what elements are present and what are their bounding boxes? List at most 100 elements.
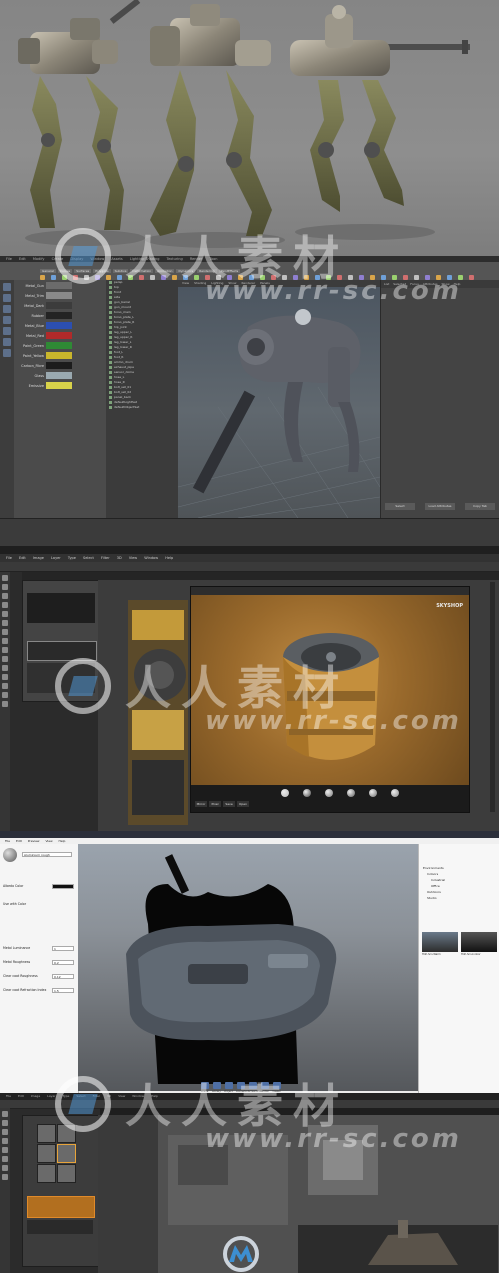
texture-tile[interactable]: [37, 1144, 56, 1163]
menu-item[interactable]: Filter: [93, 1094, 100, 1098]
shelf-tab[interactable]: General: [40, 269, 56, 273]
material-value-field[interactable]: 1: [52, 946, 74, 951]
albedo-color-swatch[interactable]: [52, 884, 74, 889]
select-tool-icon[interactable]: [3, 283, 11, 291]
eraser-tool-icon[interactable]: [2, 1156, 8, 1162]
shelf-tab[interactable]: Rendering: [197, 269, 217, 273]
material-color-swatch[interactable]: [46, 302, 72, 309]
menu-item[interactable]: File: [5, 839, 10, 843]
crop-tool-icon[interactable]: [2, 611, 8, 617]
material-swatch-row[interactable]: Metal_Dark: [16, 301, 104, 310]
menu-item[interactable]: Assets: [111, 257, 122, 261]
pixel-button[interactable]: Pixel: [209, 801, 221, 807]
shelf-tab[interactable]: Subdivs: [112, 269, 129, 273]
shelf-tab[interactable]: Dynamics: [176, 269, 196, 273]
material-color-swatch[interactable]: [46, 362, 72, 369]
pen-tool-icon[interactable]: [2, 674, 8, 680]
material-color-swatch[interactable]: [46, 372, 72, 379]
menu-item[interactable]: Create: [52, 257, 64, 261]
menu-item[interactable]: Preview: [28, 839, 40, 843]
material-ball-icon[interactable]: [347, 789, 355, 797]
menu-item[interactable]: Help: [165, 556, 173, 560]
material-color-swatch[interactable]: [46, 382, 72, 389]
material-color-swatch[interactable]: [46, 332, 72, 339]
move-tool-icon[interactable]: [3, 305, 11, 313]
tool-animation[interactable]: Animation: [236, 1082, 249, 1093]
eraser-tool-icon[interactable]: [2, 647, 8, 653]
material-swatch-row[interactable]: Emissive: [16, 381, 104, 390]
viewport-menu-item[interactable]: Renderer: [241, 281, 255, 285]
viewport-menu-item[interactable]: Shading: [194, 281, 206, 285]
menu-item[interactable]: Window: [90, 257, 104, 261]
env-thumbnail[interactable]: [461, 932, 497, 952]
menu-item[interactable]: Edit: [19, 257, 26, 261]
menu-item[interactable]: Select: [76, 1094, 85, 1098]
brush-tool-icon[interactable]: [2, 629, 8, 635]
attr-tab[interactable]: Focus: [410, 282, 419, 286]
menu-item[interactable]: Type: [68, 556, 76, 560]
material-value-field[interactable]: 1.5: [52, 988, 74, 993]
viewport-menu-item[interactable]: Panels: [260, 281, 270, 285]
shelf-tab[interactable]: Animation: [155, 269, 175, 273]
texture-tile[interactable]: [37, 1124, 56, 1143]
shelf-tab[interactable]: PaintEffects: [218, 269, 241, 273]
material-ball-icon[interactable]: [325, 789, 333, 797]
menu-item[interactable]: Toon: [209, 257, 217, 261]
layer-row[interactable]: [27, 641, 97, 661]
lasso-tool-icon[interactable]: [2, 1129, 8, 1135]
material-ball-icon[interactable]: [391, 789, 399, 797]
menu-item[interactable]: 3D: [107, 1094, 111, 1098]
material-ball-icon[interactable]: [281, 789, 289, 797]
ps-scrollbar[interactable]: [490, 582, 495, 812]
attr-tab[interactable]: Help: [454, 282, 461, 286]
texture-tile[interactable]: [57, 1164, 76, 1183]
material-preset-select[interactable]: Aluminium rough: [22, 852, 72, 857]
clone-stamp-tool-icon[interactable]: [2, 638, 8, 644]
viewport-menu-item[interactable]: Lighting: [211, 281, 223, 285]
menu-item[interactable]: Lighting/Shading: [130, 257, 160, 261]
library-tree-item[interactable]: Outdoors: [427, 890, 441, 894]
type-tool-icon[interactable]: [2, 683, 8, 689]
attr-tab[interactable]: Show: [442, 282, 450, 286]
shelf-tab[interactable]: Polygons: [93, 269, 111, 273]
menu-item[interactable]: Modify: [33, 257, 45, 261]
crop-tool-icon[interactable]: [2, 1138, 8, 1144]
menu-item[interactable]: Type: [63, 1094, 70, 1098]
menu-item[interactable]: Texturing: [167, 257, 183, 261]
zoom-tool-icon[interactable]: [2, 701, 8, 707]
material-color-swatch[interactable]: [46, 282, 72, 289]
rotate-tool-icon[interactable]: [3, 316, 11, 324]
mirror-button[interactable]: Mirror: [195, 801, 207, 807]
menu-item[interactable]: 3D: [117, 556, 122, 560]
menu-item[interactable]: View: [45, 839, 52, 843]
scale-tool-icon[interactable]: [3, 327, 11, 335]
lasso-tool-icon[interactable]: [3, 294, 11, 302]
shelf-tab[interactable]: Surfaces: [74, 269, 92, 273]
menu-item[interactable]: Layer: [51, 556, 61, 560]
menu-item[interactable]: Edit: [19, 556, 26, 560]
attr-tab[interactable]: Attributes: [423, 282, 438, 286]
material-color-swatch[interactable]: [46, 322, 72, 329]
menu-item[interactable]: Window: [132, 1094, 144, 1098]
tool-screenshot[interactable]: Screenshot: [248, 1082, 262, 1093]
library-tree-item[interactable]: Studio: [427, 896, 437, 900]
layer-row[interactable]: [27, 663, 95, 693]
menu-item[interactable]: View: [118, 1094, 125, 1098]
menu-item[interactable]: Edit: [18, 1094, 24, 1098]
save-button[interactable]: Save: [223, 801, 235, 807]
layout-four-icon[interactable]: [3, 349, 11, 357]
material-color-swatch[interactable]: [46, 352, 72, 359]
shelf-tab[interactable]: Curves: [57, 269, 73, 273]
mt-preview-viewport[interactable]: SKYSHOP: [191, 595, 469, 785]
marquee-tool-icon[interactable]: [2, 584, 8, 590]
copy-tab-button[interactable]: Copy Tab: [465, 503, 495, 510]
outliner-item[interactable]: defaultObjectSet: [106, 405, 178, 410]
select-button[interactable]: Select: [385, 503, 415, 510]
library-tree-item[interactable]: Indoors: [427, 872, 438, 876]
menu-item[interactable]: Edit: [16, 839, 22, 843]
material-swatch-row[interactable]: Metal_Gun: [16, 281, 104, 290]
material-swatch-row[interactable]: Paint_Green: [16, 341, 104, 350]
marquee-tool-icon[interactable]: [2, 1120, 8, 1126]
active-layer-row[interactable]: [27, 1196, 95, 1218]
material-color-swatch[interactable]: [46, 292, 72, 299]
